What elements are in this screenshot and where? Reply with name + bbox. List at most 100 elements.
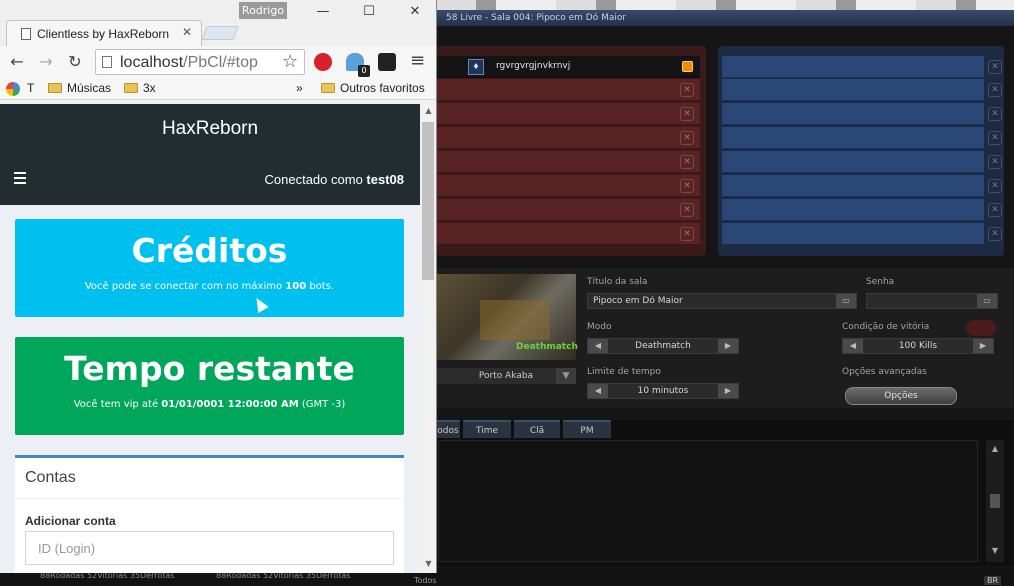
opera-extension-icon[interactable] <box>314 53 332 71</box>
browser-window: Rodrigo — ☐ ✕ Clientless by HaxReborn ✕ … <box>0 0 437 573</box>
red-slot[interactable]: ✕ <box>436 103 700 125</box>
close-slot-icon[interactable]: ✕ <box>680 227 694 241</box>
close-slot-icon[interactable]: ✕ <box>680 155 694 169</box>
app-navbar: Conectado como test08 <box>0 154 420 205</box>
mode-prev-icon[interactable]: ◀ <box>588 339 608 353</box>
login-id-input[interactable] <box>25 531 394 565</box>
close-slot-icon[interactable]: ✕ <box>680 131 694 145</box>
browser-toolbar: ← → ↻ localhost/PbCl/#top ☆ 0 ≡ <box>0 46 436 78</box>
menu-toggle-icon[interactable] <box>14 172 28 184</box>
room-title-label: Título da sala <box>587 277 648 287</box>
bookmark-3x[interactable]: 3x <box>124 81 156 95</box>
close-tab-icon[interactable]: ✕ <box>179 25 195 39</box>
victory-next-icon[interactable]: ▶ <box>973 339 993 353</box>
time-zone: (GMT -3) <box>298 399 346 410</box>
credits-text: Você pode se conectar com no máximo <box>84 281 286 292</box>
red-slot[interactable]: ✕ <box>436 199 700 221</box>
app-header: HaxReborn <box>0 104 420 154</box>
edit-password-icon[interactable]: ▭ <box>977 294 997 308</box>
chrome-menu-icon[interactable]: ≡ <box>410 50 425 71</box>
connected-user: Conectado como test08 <box>265 172 404 187</box>
red-slot[interactable]: ✕ <box>436 223 700 245</box>
other-bookmarks[interactable]: Outros favoritos <box>321 81 425 95</box>
chat-log[interactable] <box>438 440 978 562</box>
time-prev-icon[interactable]: ◀ <box>588 384 608 398</box>
chat-tab-pm[interactable]: PM <box>563 420 611 438</box>
close-slot-icon[interactable]: ✕ <box>988 107 1002 121</box>
victory-prev-icon[interactable]: ◀ <box>843 339 863 353</box>
close-slot-icon[interactable]: ✕ <box>680 203 694 217</box>
red-slot[interactable]: ✕ <box>436 175 700 197</box>
time-next-icon[interactable]: ▶ <box>718 384 738 398</box>
blue-slot[interactable]: ✕ <box>722 151 1002 173</box>
forward-icon[interactable]: → <box>35 51 57 73</box>
bookmark-t[interactable]: T <box>27 81 34 95</box>
maximize-icon[interactable]: ☐ <box>356 4 382 20</box>
red-slot[interactable]: ✕ <box>436 79 700 101</box>
scroll-up-icon[interactable]: ▲ <box>420 106 436 115</box>
blue-slot[interactable]: ✕ <box>722 199 1002 221</box>
edit-title-icon[interactable]: ▭ <box>836 294 856 308</box>
bookmarks-overflow[interactable]: » <box>296 81 303 95</box>
bookmark-star-icon[interactable]: ☆ <box>282 51 298 72</box>
credits-suffix: bots. <box>306 281 335 292</box>
red-slot[interactable]: ✕ <box>436 151 700 173</box>
address-bar[interactable]: localhost/PbCl/#top ☆ <box>95 49 305 75</box>
blue-slot[interactable]: ✕ <box>722 103 1002 125</box>
blue-slot[interactable]: ✕ <box>722 79 1002 101</box>
player-name: rgvrgvrgjnvkrnvj <box>496 61 571 71</box>
bookmark-musicas[interactable]: Músicas <box>48 81 111 95</box>
victory-select[interactable]: ◀ 100 Kills ▶ <box>842 338 994 354</box>
options-button[interactable]: Opções <box>845 387 957 405</box>
red-slot[interactable]: ✕ <box>436 127 700 149</box>
close-window-icon[interactable]: ✕ <box>402 4 428 20</box>
close-slot-icon[interactable]: ✕ <box>988 203 1002 217</box>
close-slot-icon[interactable]: ✕ <box>988 83 1002 97</box>
page-info-icon[interactable] <box>102 56 112 68</box>
vip-expiry: 01/01/0001 12:00:00 AM <box>161 399 299 410</box>
map-dropdown-icon[interactable]: ▼ <box>556 368 576 384</box>
password-field[interactable]: ▭ <box>866 293 998 309</box>
close-slot-icon[interactable]: ✕ <box>988 155 1002 169</box>
time-limit-select[interactable]: ◀ 10 minutos ▶ <box>587 383 739 399</box>
player-slot[interactable]: ♦ rgvrgvrgjnvkrnvj <box>436 56 700 78</box>
password-label: Senha <box>866 277 895 287</box>
glasses-extension-icon[interactable] <box>378 53 396 71</box>
room-title-field[interactable]: Pipoco em Dó Maior ▭ <box>587 293 857 309</box>
page-scrollbar[interactable]: ▲ ▼ <box>420 104 436 573</box>
chat-scrollbar[interactable]: ▲ ▼ <box>986 440 1004 562</box>
chat-scroll-thumb[interactable] <box>990 494 1000 508</box>
bottom-tab-all[interactable]: Todos <box>414 576 437 585</box>
profile-button[interactable]: Rodrigo <box>239 2 287 19</box>
close-slot-icon[interactable]: ✕ <box>680 179 694 193</box>
scroll-down-icon[interactable]: ▼ <box>420 559 436 568</box>
mode-value: Deathmatch <box>635 341 691 351</box>
credits-subtitle: Você pode se conectar com no máximo 100 … <box>15 281 404 292</box>
close-slot-icon[interactable]: ✕ <box>988 131 1002 145</box>
chat-tab-team[interactable]: Time <box>463 420 511 438</box>
scroll-up-icon[interactable]: ▲ <box>986 442 1004 456</box>
blue-slot[interactable]: ✕ <box>722 175 1002 197</box>
brand-logo[interactable]: HaxReborn <box>0 118 420 140</box>
chat-tab-clan[interactable]: Clã <box>514 420 560 438</box>
close-slot-icon[interactable]: ✕ <box>988 227 1002 241</box>
back-icon[interactable]: ← <box>6 51 28 73</box>
close-slot-icon[interactable]: ✕ <box>988 179 1002 193</box>
blue-slot[interactable]: ✕ <box>722 127 1002 149</box>
chat-tab-all[interactable]: odos <box>436 420 460 438</box>
minimize-icon[interactable]: — <box>310 4 336 20</box>
blue-slot[interactable]: ✕ <box>722 56 1002 78</box>
page-scroll-thumb[interactable] <box>422 122 434 280</box>
credits-box: Créditos Você pode se conectar com no má… <box>15 219 404 317</box>
new-tab-button[interactable] <box>201 26 239 40</box>
blue-slot[interactable]: ✕ <box>722 223 1002 245</box>
mode-select[interactable]: ◀ Deathmatch ▶ <box>587 338 739 354</box>
scroll-down-icon[interactable]: ▼ <box>986 544 1004 558</box>
browser-tab[interactable]: Clientless by HaxReborn ✕ <box>6 20 202 46</box>
reload-icon[interactable]: ↻ <box>64 51 86 73</box>
close-slot-icon[interactable]: ✕ <box>988 60 1002 74</box>
mode-next-icon[interactable]: ▶ <box>718 339 738 353</box>
browser-titlebar: Rodrigo — ☐ ✕ Clientless by HaxReborn ✕ <box>0 0 436 46</box>
close-slot-icon[interactable]: ✕ <box>680 107 694 121</box>
close-slot-icon[interactable]: ✕ <box>680 83 694 97</box>
